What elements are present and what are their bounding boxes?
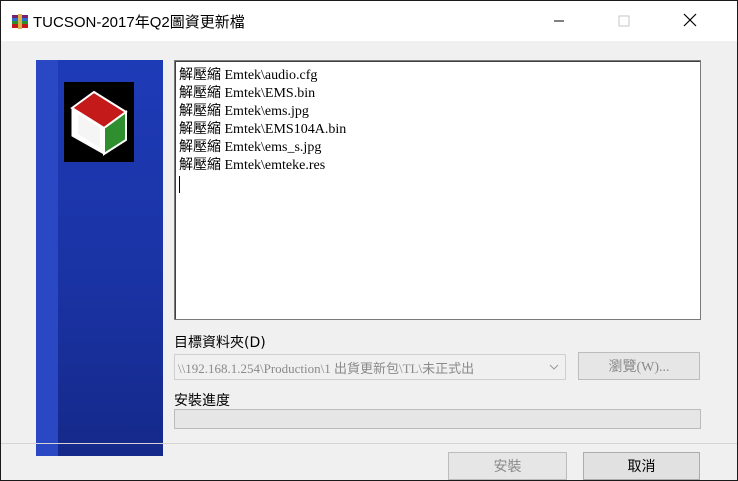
minimize-button[interactable] (536, 1, 582, 41)
log-line: 解壓縮 Emtek\emteke.res (179, 158, 326, 173)
destination-label: 目標資料夾(D) (174, 335, 266, 351)
log-line: 解壓縮 Emtek\ems.jpg (179, 104, 309, 119)
minimize-icon (553, 12, 565, 31)
sfx-window: TUCSON-2017年Q2圖資更新檔 解壓縮 Emtek\audio.cfg … (0, 0, 738, 481)
close-icon (683, 12, 697, 31)
maximize-icon (618, 12, 630, 31)
window-title: TUCSON-2017年Q2圖資更新檔 (33, 14, 245, 31)
destination-combobox[interactable]: \\192.168.1.254\Production\1 出貨更新包\TL\未正… (174, 354, 566, 380)
log-line: 解壓縮 Emtek\EMS.bin (179, 86, 316, 101)
extraction-log[interactable]: 解壓縮 Emtek\audio.cfg 解壓縮 Emtek\EMS.bin 解壓… (174, 60, 701, 320)
side-banner-strip (36, 60, 58, 456)
text-caret (179, 176, 180, 193)
footer-divider (1, 443, 737, 444)
side-banner (36, 60, 163, 456)
browse-button[interactable]: 瀏覽(W)... (578, 352, 700, 380)
winrar-app-icon (11, 12, 29, 30)
winrar-book-logo-icon (64, 82, 134, 162)
maximize-button[interactable] (601, 1, 647, 41)
log-lines: 解壓縮 Emtek\audio.cfg 解壓縮 Emtek\EMS.bin 解壓… (179, 67, 346, 193)
install-progress-bar (174, 409, 701, 429)
progress-label: 安裝進度 (174, 393, 230, 409)
install-button[interactable]: 安裝 (448, 452, 567, 480)
close-button[interactable] (667, 1, 713, 41)
log-line: 解壓縮 Emtek\ems_s.jpg (179, 140, 322, 155)
log-line: 解壓縮 Emtek\audio.cfg (179, 68, 318, 83)
cancel-button[interactable]: 取消 (583, 452, 700, 480)
destination-path: \\192.168.1.254\Production\1 出貨更新包\TL\未正… (178, 361, 475, 376)
chevron-down-icon[interactable] (543, 355, 565, 379)
title-bar: TUCSON-2017年Q2圖資更新檔 (1, 1, 737, 41)
log-line: 解壓縮 Emtek\EMS104A.bin (179, 122, 347, 137)
